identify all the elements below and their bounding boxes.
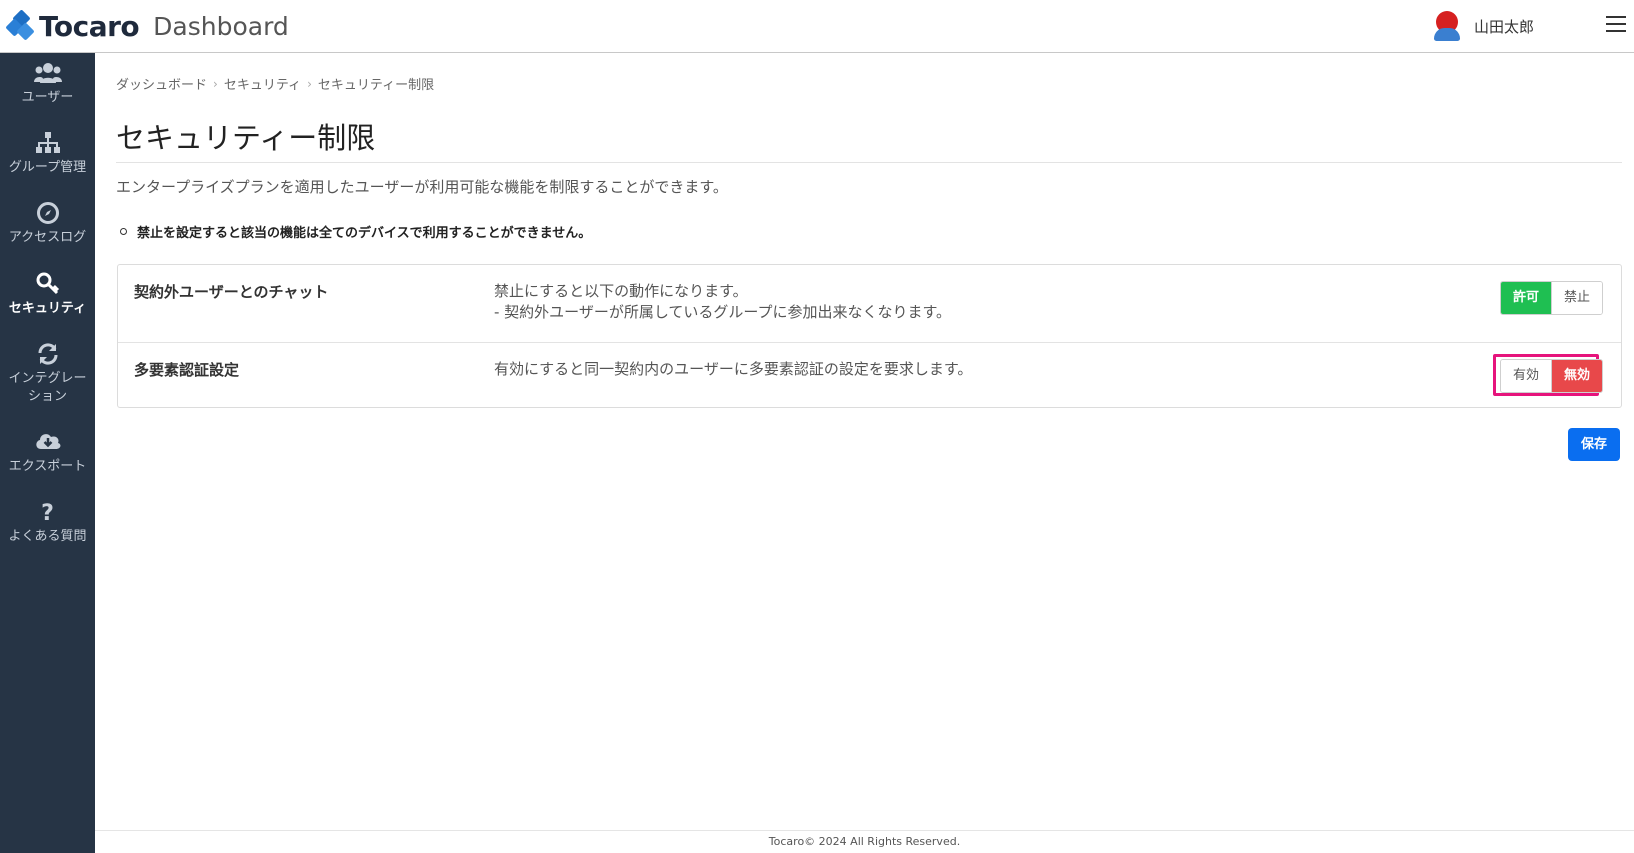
setting-description: 禁止にすると以下の動作になります。 - 契約外ユーザーが所属しているグループに参… [494,281,951,323]
brand-name: Tocaro [39,9,140,43]
mfa-toggle: 有効 無効 [1500,359,1604,393]
setting-description-line: 有効にすると同一契約内のユーザーに多要素認証の設定を要求します。 [494,360,973,378]
sidebar-item-label: よくある質問 [8,529,87,544]
setting-label: 契約外ユーザーとのチャット [134,283,329,301]
question-icon: ? [41,501,54,526]
prohibit-button[interactable]: 禁止 [1551,282,1603,314]
setting-description-line: - 契約外ユーザーが所属しているグループに参加出来なくなります。 [494,303,952,321]
sidebar-item-faq[interactable]: ? よくある質問 [0,500,95,570]
user-menu[interactable]: 山田太郎 [1433,10,1534,42]
breadcrumb-dashboard[interactable]: ダッシュボード [116,74,207,93]
enable-button[interactable]: 有効 [1501,360,1552,392]
sidebar-item-label: インテグレー [8,371,87,386]
sidebar-item-label: アクセスログ [8,230,87,245]
chevron-right-icon: › [213,76,218,91]
tocaro-logo-icon [5,9,35,41]
save-button[interactable]: 保存 [1568,428,1620,461]
sidebar-item-label: エクスポート [8,459,87,474]
sync-icon [0,342,95,370]
app-name: Dashboard [153,11,289,41]
cloud-download-icon [0,430,95,458]
divider [116,162,1622,163]
sidebar-item-export[interactable]: エクスポート [0,430,95,500]
breadcrumb-security[interactable]: セキュリティ [224,74,301,93]
bullet-icon [120,228,127,235]
sidebar-item-label: ユーザー [21,90,74,105]
restriction-note: 禁止を設定すると該当の機能は全てのデバイスで利用することができません。 [120,222,591,241]
sidebar-item-security[interactable]: セキュリティ [0,272,95,342]
footer: Tocaro© 2024 All Rights Reserved. [95,830,1634,853]
sidebar: ユーザー グループ管理 アクセスログ セキュリティ インテグレー ション エクス… [0,53,95,853]
sidebar-item-groups[interactable]: グループ管理 [0,131,95,201]
user-name: 山田太郎 [1473,17,1534,36]
setting-row-mfa: 多要素認証設定 有効にすると同一契約内のユーザーに多要素認証の設定を要求します。… [118,343,1621,408]
avatar [1433,11,1460,41]
sitemap-icon [0,131,95,159]
chevron-right-icon: › [307,76,312,91]
main-content: ダッシュボード › セキュリティ › セキュリティー制限 セキュリティー制限 エ… [95,53,1634,853]
breadcrumb: ダッシュボード › セキュリティ › セキュリティー制限 [116,74,435,94]
tocaro-logo[interactable]: Tocaro Dashboard [5,9,289,43]
page-title: セキュリティー制限 [116,121,376,155]
allow-button[interactable]: 許可 [1501,282,1552,314]
external-chat-toggle: 許可 禁止 [1500,281,1604,315]
sidebar-item-users[interactable]: ユーザー [0,61,95,131]
top-header: Tocaro Dashboard 山田太郎 [0,0,1634,53]
disable-button[interactable]: 無効 [1551,360,1603,392]
compass-icon [0,201,95,229]
sidebar-item-label: セキュリティ [8,301,87,316]
sidebar-item-integration[interactable]: インテグレー ション [0,342,95,422]
sidebar-item-access-log[interactable]: アクセスログ [0,201,95,271]
setting-description-line: 禁止にすると以下の動作になります。 [494,282,748,300]
sidebar-item-label-line2: ション [27,389,67,404]
users-icon [0,61,95,89]
settings-card: 契約外ユーザーとのチャット 禁止にすると以下の動作になります。 - 契約外ユーザ… [117,264,1622,408]
breadcrumb-current: セキュリティー制限 [317,78,435,93]
sidebar-item-label: グループ管理 [8,160,87,175]
note-text: 禁止を設定すると該当の機能は全てのデバイスで利用することができません。 [137,226,592,241]
setting-label: 多要素認証設定 [134,361,240,379]
page-description: エンタープライズプランを適用したユーザーが利用可能な機能を制限することができます… [116,178,728,196]
setting-description: 有効にすると同一契約内のユーザーに多要素認証の設定を要求します。 [494,359,972,380]
key-icon [0,272,95,300]
hamburger-menu-icon[interactable] [1606,16,1626,34]
setting-row-external-chat: 契約外ユーザーとのチャット 禁止にすると以下の動作になります。 - 契約外ユーザ… [118,265,1621,343]
